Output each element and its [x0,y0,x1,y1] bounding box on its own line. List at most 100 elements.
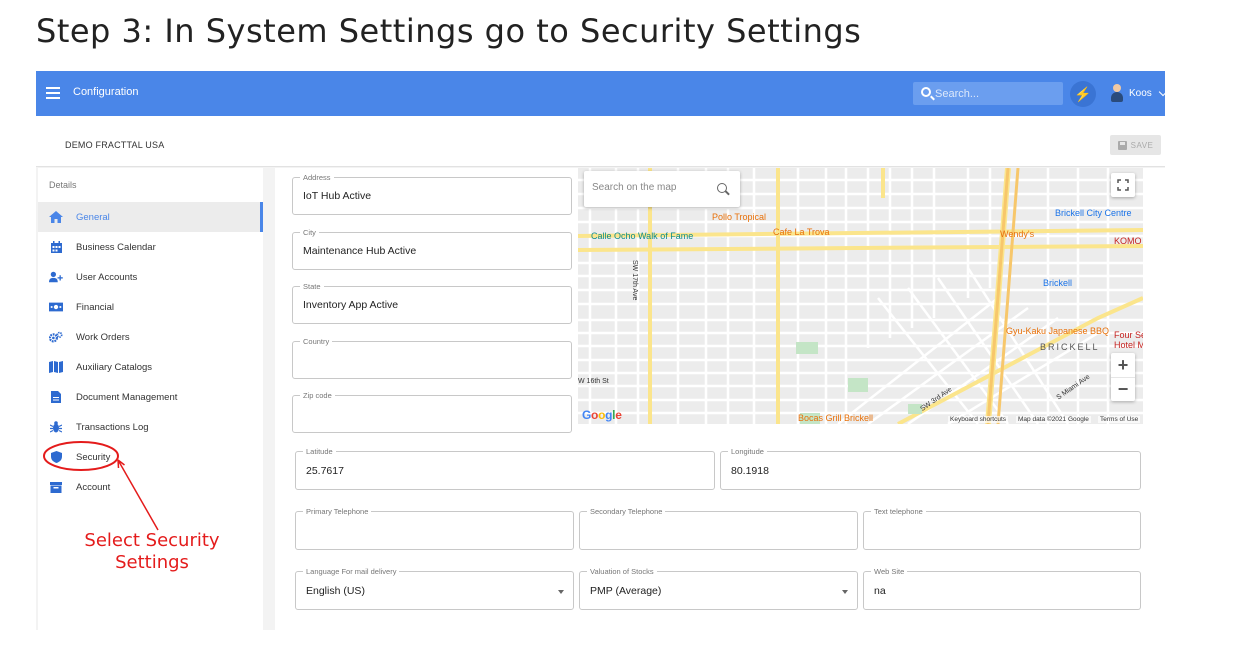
sidebar-item-label: Financial [76,301,115,313]
sidebar-item-financial[interactable]: Financial [38,292,263,322]
dropdown-arrow-icon [842,590,848,594]
sidebar-item-business-calendar[interactable]: Business Calendar [38,232,263,262]
map-data-attribution: Map data ©2021 Google [1016,416,1091,423]
state-value: Inventory App Active [303,299,399,311]
map-search-box[interactable] [584,171,740,207]
sidebar-item-label: Security [76,451,111,463]
valuation-select[interactable]: Valuation of Stocks PMP (Average) [579,567,858,610]
website-value: na [874,585,886,597]
sidebar-item-work-orders[interactable]: Work Orders [38,322,263,352]
language-select[interactable]: Language For mail delivery English (US) [295,567,574,610]
website-field[interactable]: Web Site na [863,567,1141,610]
dropdown-arrow-icon [558,590,564,594]
country-field[interactable]: Country [292,337,572,379]
save-button[interactable]: SAVE [1110,135,1161,155]
lightning-button[interactable]: ⚡ [1070,81,1096,107]
sidebar-item-account[interactable]: Account [38,472,263,502]
search-icon [921,87,931,97]
sidebar-item-transactions-log[interactable]: Transactions Log [38,412,263,442]
fullscreen-button[interactable] [1111,173,1135,197]
money-icon [49,301,63,313]
secondary-telephone-label: Secondary Telephone [587,507,666,516]
shield-icon [49,451,63,463]
user-menu[interactable]: Koos [1110,83,1165,103]
keyboard-shortcuts-link[interactable]: Keyboard shortcuts [948,416,1009,423]
city-field[interactable]: City Maintenance Hub Active [292,228,572,270]
valuation-label: Valuation of Stocks [587,567,657,576]
sidebar-item-label: Document Management [76,391,178,403]
sidebar-item-auxiliary-catalogs[interactable]: Auxiliary Catalogs [38,352,263,382]
subheader: DEMO FRACTTAL USA SAVE [36,116,1165,167]
search-input[interactable] [935,85,1055,102]
home-icon [49,211,63,223]
address-value: IoT Hub Active [303,190,372,202]
longitude-value: 80.1918 [731,465,769,477]
app-title: Configuration [73,86,139,98]
text-telephone-field[interactable]: Text telephone [863,507,1141,550]
sidebar-item-label: Auxiliary Catalogs [76,361,153,373]
save-icon [1117,140,1127,150]
sidebar-item-label: Transactions Log [76,421,149,433]
city-value: Maintenance Hub Active [303,245,417,257]
latitude-field[interactable]: Latitude 25.7617 [295,447,715,490]
map-icon [49,361,63,373]
sidebar-item-label: Account [76,481,111,493]
address-field[interactable]: Address IoT Hub Active [292,173,572,215]
sidebar-item-label: Business Calendar [76,241,156,253]
state-label: State [300,282,324,291]
gears-icon [49,331,63,343]
hamburger-menu-icon[interactable] [46,86,60,100]
valuation-value: PMP (Average) [590,585,662,597]
zip-code-label: Zip code [300,391,335,400]
sidebar-item-label: General [76,211,110,223]
map-label-calle-ocho: Calle Ocho Walk of Fame [591,231,694,241]
lightning-icon: ⚡ [1074,86,1092,102]
map-label-brickell-area: BRICKELL [1040,342,1100,352]
document-icon [49,391,63,403]
google-logo: Google [582,408,622,422]
fullscreen-icon [1117,179,1129,191]
map-label-komodo: KOMO [1114,236,1142,246]
map-label-cafe-la-trova: Cafe La Trova [773,227,830,237]
chevron-down-icon [1158,87,1165,96]
zip-code-field[interactable]: Zip code [292,391,572,433]
top-bar: Configuration ⚡ Koos [36,71,1165,116]
zoom-out-button[interactable]: − [1111,377,1135,401]
content-panel: Address IoT Hub Active City Maintenance … [275,168,1165,630]
map-label-sw-17th-ave: SW 17th Ave [631,260,638,301]
secondary-telephone-field[interactable]: Secondary Telephone [579,507,858,550]
map-label-hotel: Hotel M [1114,340,1143,350]
map-label-wendys: Wendy's [1000,229,1035,239]
language-label: Language For mail delivery [303,567,400,576]
sidebar-item-general[interactable]: General [38,202,263,232]
sidebar-item-label: User Accounts [76,271,138,283]
website-label: Web Site [871,567,908,576]
calendar-icon [49,241,63,253]
map-search-input[interactable] [592,182,712,193]
sidebar-item-document-management[interactable]: Document Management [38,382,263,412]
primary-telephone-field[interactable]: Primary Telephone [295,507,574,550]
search-icon [717,183,727,193]
address-label: Address [300,173,334,182]
state-field[interactable]: State Inventory App Active [292,282,572,324]
map-label-pollo-tropical: Pollo Tropical [712,212,767,222]
map-label-brickell-city-centre: Brickell City Centre [1055,208,1132,218]
zoom-in-button[interactable]: + [1111,353,1135,377]
longitude-field[interactable]: Longitude 80.1918 [720,447,1141,490]
bug-icon [49,421,63,433]
map[interactable]: Pollo Tropical Calle Ocho Walk of Fame C… [578,168,1143,424]
account-box-icon [49,481,63,493]
avatar [1110,83,1124,103]
sidebar-item-user-accounts[interactable]: User Accounts [38,262,263,292]
sidebar-header: Details [49,180,77,190]
sidebar-item-label: Work Orders [76,331,130,343]
map-label-four-seasons: Four Se [1114,330,1143,340]
zoom-controls: + − [1111,353,1135,401]
user-name: Koos [1129,87,1152,99]
sidebar-item-security[interactable]: Security [38,442,263,472]
latitude-label: Latitude [303,447,336,456]
terms-of-use-link[interactable]: Terms of Use [1098,416,1141,423]
map-label-brickell: Brickell [1043,278,1073,288]
annotation-text: Select Security Settings [84,530,220,573]
search-box[interactable] [913,82,1063,105]
